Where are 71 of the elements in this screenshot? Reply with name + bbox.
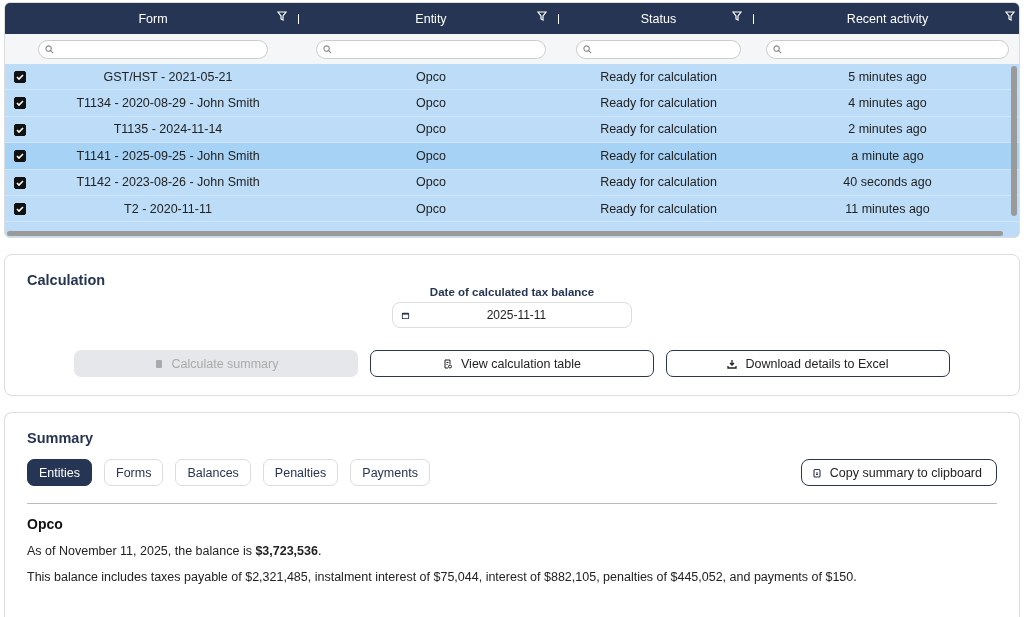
section-title: Calculation [27, 272, 107, 288]
table-cell: Ready for calculation [600, 96, 717, 111]
table-cell: Ready for calculation [600, 175, 717, 190]
table-cell: Opco [416, 201, 446, 216]
search-icon [323, 44, 332, 54]
download-icon [727, 358, 738, 369]
table-cell: T1135 - 2024-11-14 [113, 122, 223, 137]
table-cell: 5 minutes ago [848, 69, 927, 84]
scrollbar[interactable] [7, 231, 1003, 236]
table-row[interactable]: T1141 - 2025-09-25 - John Smith Opco Ready for calculation a minute ago [5, 143, 1019, 170]
search-icon [583, 44, 592, 54]
table-cell: Opco [416, 175, 446, 190]
clipboard-icon [811, 467, 822, 478]
table-cell: Ready for calculation [600, 148, 717, 163]
section-title: Summary [27, 430, 95, 446]
column-header[interactable]: Form [138, 11, 168, 26]
row-checkbox[interactable] [14, 123, 26, 136]
filter-icon[interactable] [537, 11, 547, 21]
table-cell: 4 minutes ago [848, 96, 927, 111]
date-field[interactable]: 2025-11-11 [392, 302, 632, 328]
table-cell: GST/HST - 2021-05-21 [103, 69, 233, 84]
filter-search-field[interactable] [38, 39, 268, 59]
table-cell: 2 minutes ago [848, 122, 927, 137]
summary-text: This balance includes taxes payable of $2,321,485, instalment interest of $75,044, interest of $882,105, penalties of $445,052, and payments of $150. [27, 570, 858, 584]
table-cell: a minute ago [851, 148, 924, 163]
filter-icon[interactable] [732, 11, 742, 21]
summary-text: As of November 11, 2025, the balance is $3,723,536. [27, 544, 323, 558]
table-cell: 40 seconds ago [843, 175, 932, 190]
action-button[interactable]: Download details to Excel [666, 350, 950, 377]
column-resize-handle[interactable] [297, 14, 299, 24]
row-checkbox[interactable] [14, 202, 26, 215]
document-icon [443, 358, 453, 369]
column-header[interactable]: Recent activity [846, 11, 929, 26]
column-resize-handle[interactable] [557, 14, 559, 24]
table-cell: Opco [416, 122, 446, 137]
summary-tab[interactable]: Payments [350, 459, 430, 486]
search-icon [773, 44, 782, 54]
column-header[interactable]: Status [640, 11, 677, 26]
table-cell: Opco [416, 96, 446, 111]
column-header[interactable]: Entity [415, 11, 447, 26]
row-checkbox[interactable] [14, 97, 26, 110]
row-checkbox[interactable] [14, 176, 26, 189]
scrollbar[interactable] [1011, 66, 1017, 216]
summary-tab[interactable]: Forms [104, 459, 164, 486]
field-label: Date of calculated tax balance [429, 286, 595, 298]
table-cell: Ready for calculation [600, 201, 717, 216]
calendar-icon [401, 310, 410, 320]
search-icon [45, 44, 54, 54]
table-cell: T1142 - 2023-08-26 - John Smith [76, 175, 260, 190]
table-cell: Ready for calculation [600, 122, 717, 137]
filter-search-field[interactable] [576, 39, 741, 59]
entity-name: Opco [27, 516, 64, 532]
filter-icon[interactable] [1005, 11, 1015, 21]
table-cell: T2 - 2020-11-11 [124, 201, 212, 216]
table-cell: T1141 - 2025-09-25 - John Smith [76, 148, 260, 163]
table-cell: Opco [416, 148, 446, 163]
copy-button[interactable]: Copy summary to clipboard [800, 459, 997, 486]
summary-tab[interactable]: Balances [175, 459, 251, 486]
table-cell: 11 minutes ago [845, 201, 930, 216]
filter-search-field[interactable] [316, 39, 546, 59]
row-checkbox[interactable] [14, 150, 26, 163]
table-cell: Ready for calculation [600, 69, 717, 84]
filter-search-field[interactable] [766, 39, 1009, 59]
summary-tab[interactable]: Entities [27, 459, 92, 486]
summary-tab[interactable]: Penalties [262, 459, 339, 486]
filter-icon[interactable] [277, 11, 287, 21]
action-button[interactable]: View calculation table [370, 350, 654, 377]
column-resize-handle[interactable] [752, 14, 754, 24]
row-checkbox[interactable] [14, 71, 26, 83]
table-cell: Opco [416, 69, 446, 84]
table-cell: T1134 - 2020-08-29 - John Smith [76, 96, 260, 111]
